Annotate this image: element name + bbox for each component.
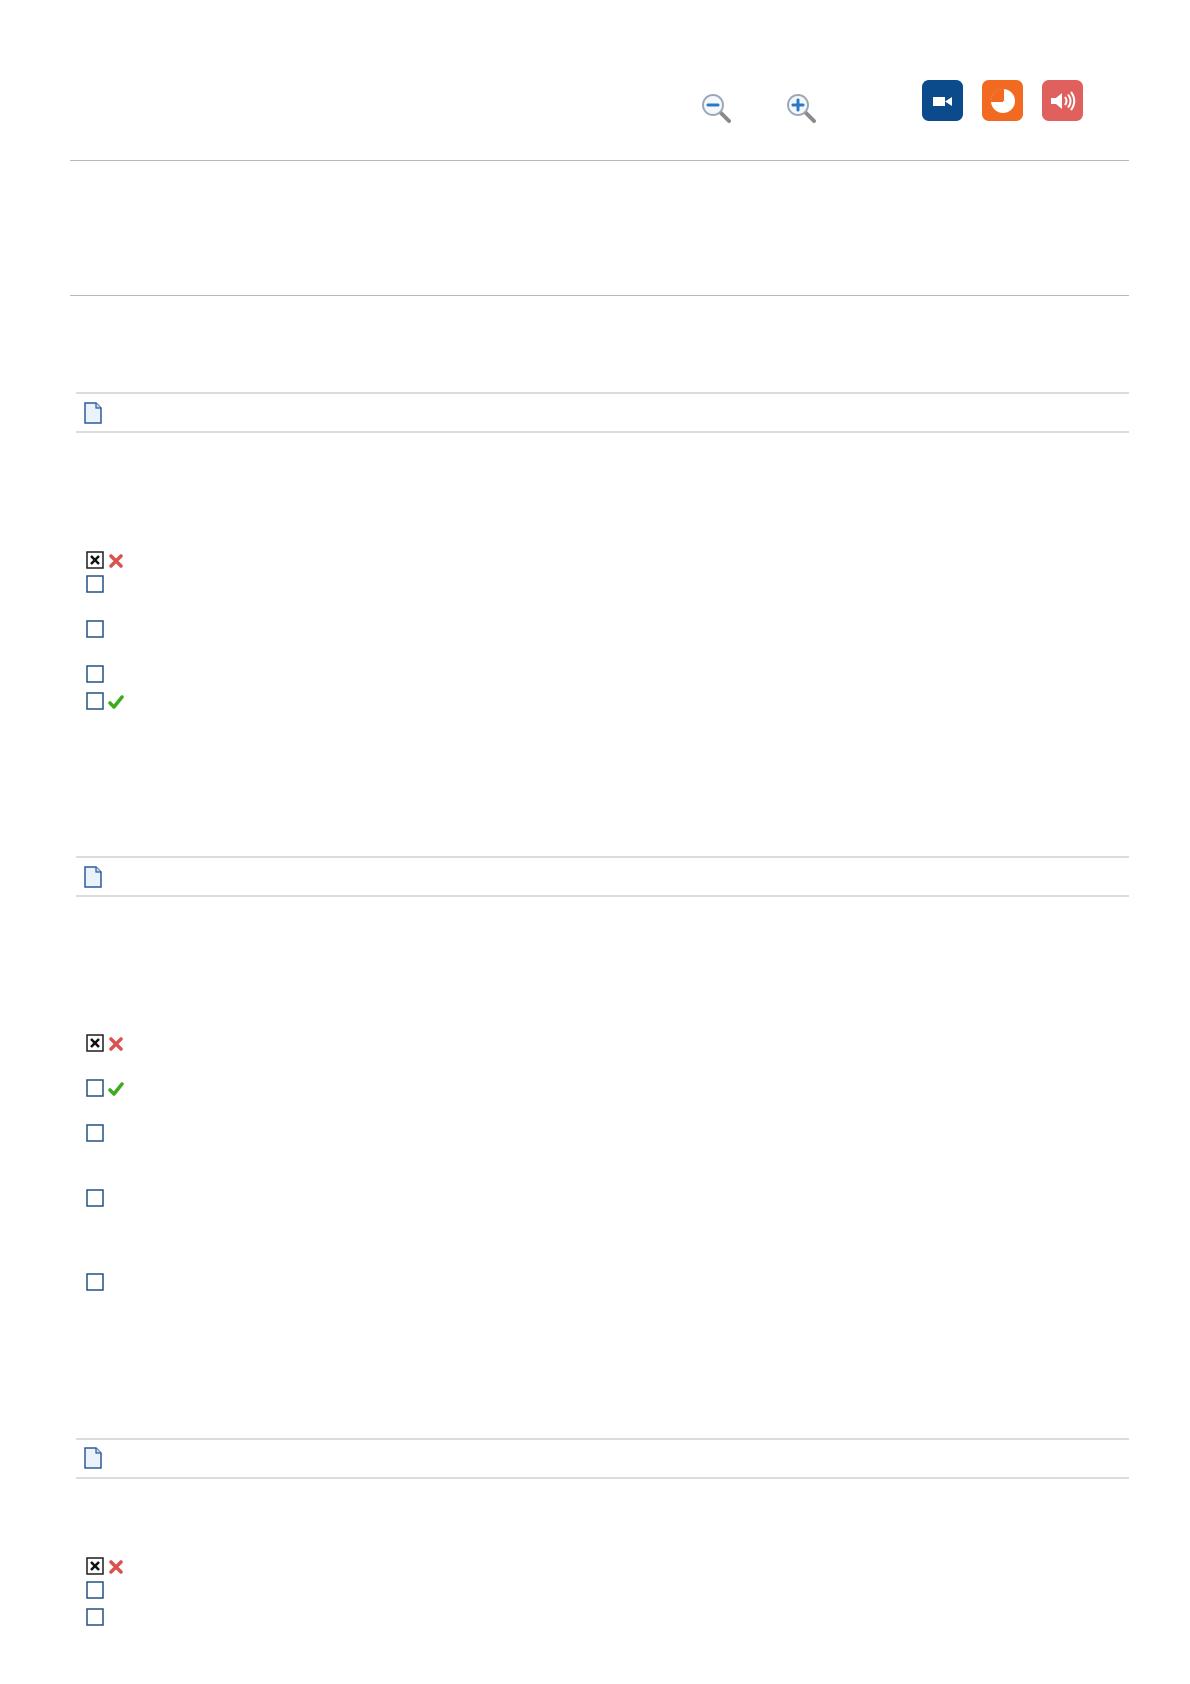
section-divider — [76, 1477, 1129, 1479]
answer-checkbox[interactable] — [86, 1124, 104, 1142]
section-divider — [76, 392, 1129, 394]
document-icon — [82, 866, 104, 888]
section-divider — [76, 1438, 1129, 1440]
header-divider-bottom — [70, 295, 1129, 296]
section-divider — [76, 856, 1129, 858]
answer-checkbox-checked[interactable] — [86, 1557, 104, 1575]
answer-checkbox[interactable] — [86, 1608, 104, 1626]
correct-icon — [108, 1081, 124, 1097]
video-button[interactable] — [922, 80, 963, 121]
incorrect-icon — [108, 553, 124, 569]
section-divider — [76, 895, 1129, 897]
answer-checkbox-checked[interactable] — [86, 551, 104, 569]
answer-checkbox[interactable] — [86, 692, 104, 710]
document-icon — [82, 1447, 104, 1469]
document-icon — [82, 402, 104, 424]
zoom-out-icon[interactable] — [700, 92, 734, 126]
answer-checkbox[interactable] — [86, 1079, 104, 1097]
answer-checkbox[interactable] — [86, 620, 104, 638]
speaker-icon — [1050, 90, 1075, 111]
incorrect-icon — [108, 1036, 124, 1052]
audio-button[interactable] — [1042, 80, 1083, 121]
incorrect-icon — [108, 1559, 124, 1575]
correct-icon — [108, 694, 124, 710]
answer-checkbox[interactable] — [86, 575, 104, 593]
answer-checkbox-checked[interactable] — [86, 1034, 104, 1052]
chart-button[interactable] — [982, 80, 1023, 121]
answer-checkbox[interactable] — [86, 1581, 104, 1599]
answer-checkbox[interactable] — [86, 1189, 104, 1207]
section-divider — [76, 431, 1129, 433]
header-divider-top — [70, 160, 1129, 161]
answer-checkbox[interactable] — [86, 1273, 104, 1291]
answer-checkbox[interactable] — [86, 665, 104, 683]
video-camera-icon — [932, 96, 952, 106]
zoom-in-icon[interactable] — [785, 92, 819, 126]
pie-chart-icon — [990, 88, 1015, 113]
